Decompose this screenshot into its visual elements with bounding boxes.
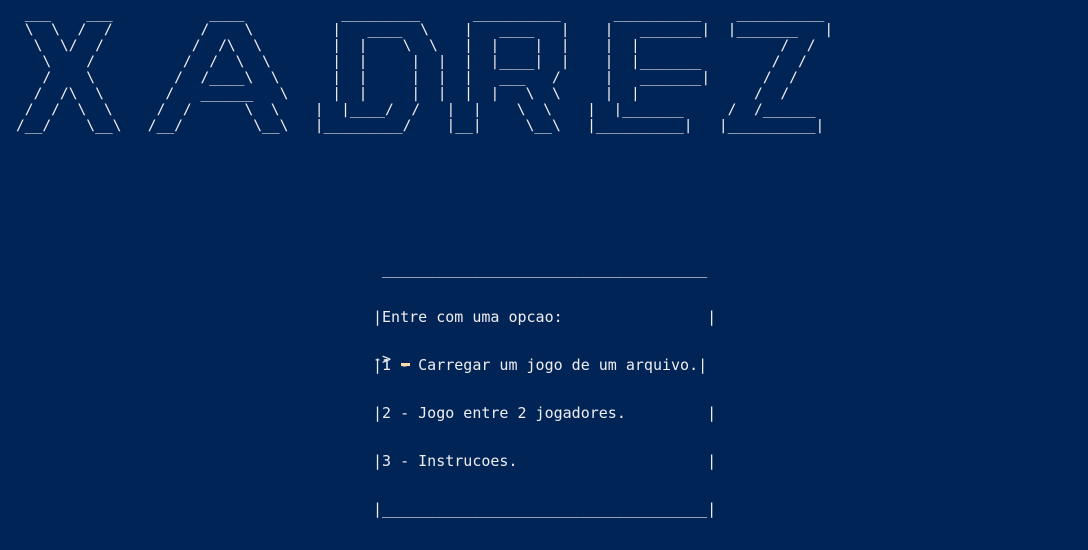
menu-option-load-file: |1 - Carregar um jogo de um arquivo.| bbox=[373, 356, 708, 374]
xadrez-ascii-banner: ___ ___ ____ _________ __________ ______… bbox=[16, 5, 834, 134]
menu-top-border: ____________________________________ bbox=[373, 260, 708, 278]
options-menu-box: ____________________________________ |En… bbox=[373, 229, 716, 549]
prompt-arrow: -> bbox=[373, 350, 392, 368]
menu-bottom-border: |____________________________________| bbox=[373, 500, 717, 518]
menu-header: |Entre com uma opcao: | bbox=[373, 308, 717, 326]
input-prompt[interactable]: -> bbox=[373, 350, 411, 368]
menu-option-two-players: |2 - Jogo entre 2 jogadores. | bbox=[373, 404, 717, 422]
text-cursor bbox=[401, 363, 411, 366]
terminal-window[interactable]: ___ ___ ____ _________ __________ ______… bbox=[0, 0, 1088, 518]
menu-option-instructions: |3 - Instrucoes. | bbox=[373, 452, 717, 470]
